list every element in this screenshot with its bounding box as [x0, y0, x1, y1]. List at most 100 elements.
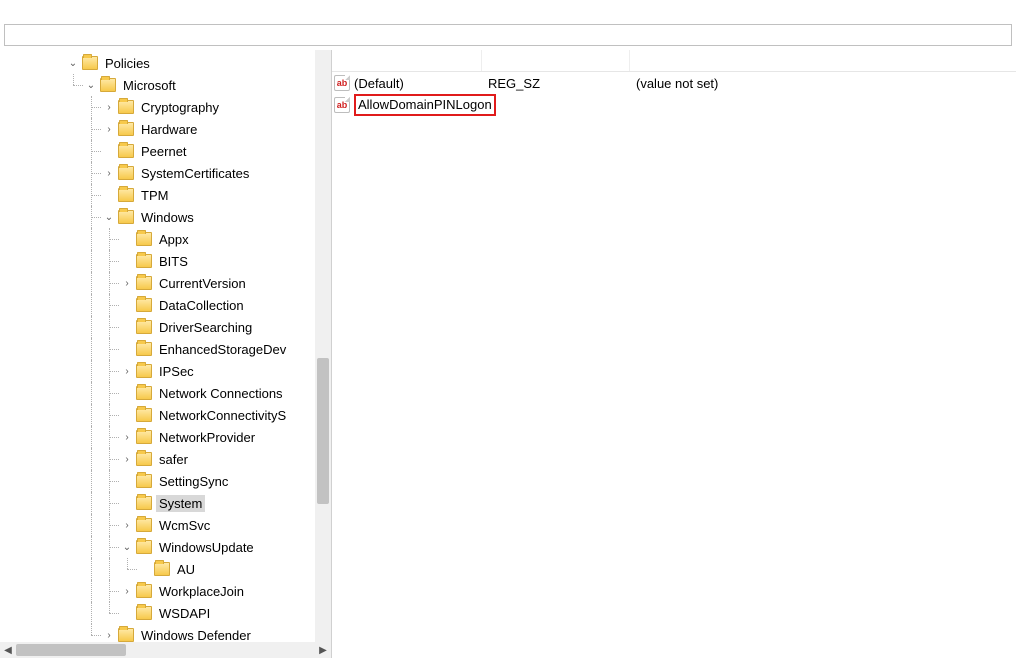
chevron-right-icon[interactable]: ›	[102, 630, 116, 641]
chevron-down-icon[interactable]: ⌄	[120, 542, 134, 553]
tree-node[interactable]: › WcmSvc	[0, 514, 331, 536]
menu-view[interactable]	[36, 9, 52, 13]
chevron-right-icon[interactable]: ›	[120, 366, 134, 377]
value-row[interactable]: AllowDomainPINLogon	[332, 94, 1016, 116]
tree-node-label[interactable]: System	[156, 495, 205, 512]
scroll-right-icon[interactable]: ▶	[315, 645, 331, 656]
tree-node-label[interactable]: Windows	[138, 209, 197, 226]
tree-node[interactable]: DataCollection	[0, 294, 331, 316]
tree-node[interactable]: System	[0, 492, 331, 514]
chevron-right-icon[interactable]: ›	[102, 168, 116, 179]
value-type: REG_SZ	[482, 76, 630, 91]
tree-vertical-scrollbar[interactable]	[315, 50, 331, 642]
registry-tree[interactable]: ⌄ Policies ⌄ Microsoft › Cryptography › Hardwar…	[0, 50, 331, 642]
folder-icon	[136, 342, 152, 356]
tree-node-label[interactable]: Microsoft	[120, 77, 179, 94]
tree-node[interactable]: › Hardware	[0, 118, 331, 140]
tree-node-label[interactable]: DataCollection	[156, 297, 247, 314]
tree-node-label[interactable]: CurrentVersion	[156, 275, 249, 292]
tree-node-label[interactable]: NetworkConnectivityS	[156, 407, 289, 424]
folder-icon	[136, 386, 152, 400]
tree-node-label[interactable]: Hardware	[138, 121, 200, 138]
chevron-right-icon[interactable]: ›	[120, 520, 134, 531]
tree-node[interactable]: NetworkConnectivityS	[0, 404, 331, 426]
tree-node-label[interactable]: SystemCertificates	[138, 165, 252, 182]
folder-icon	[82, 56, 98, 70]
tree-node[interactable]: SettingSync	[0, 470, 331, 492]
menu-favorites[interactable]	[52, 9, 68, 13]
scrollbar-thumb[interactable]	[317, 358, 329, 504]
tree-node[interactable]: › Windows Defender	[0, 624, 331, 642]
value-name: (Default)	[354, 76, 404, 91]
tree-node-label[interactable]: Cryptography	[138, 99, 222, 116]
address-bar[interactable]	[4, 24, 1012, 46]
tree-node[interactable]: › CurrentVersion	[0, 272, 331, 294]
value-row[interactable]: (Default)REG_SZ(value not set)	[332, 72, 1016, 94]
tree-node-label[interactable]: WorkplaceJoin	[156, 583, 247, 600]
tree-node[interactable]: › safer	[0, 448, 331, 470]
tree-node[interactable]: EnhancedStorageDev	[0, 338, 331, 360]
tree-node[interactable]: › IPSec	[0, 360, 331, 382]
tree-node-label[interactable]: Windows Defender	[138, 627, 254, 643]
tree-node-label[interactable]: IPSec	[156, 363, 197, 380]
chevron-right-icon[interactable]: ›	[102, 124, 116, 135]
tree-node[interactable]: Network Connections	[0, 382, 331, 404]
tree-node-label[interactable]: safer	[156, 451, 191, 468]
tree-node[interactable]: DriverSearching	[0, 316, 331, 338]
values-pane: (Default)REG_SZ(value not set)AllowDomai…	[332, 50, 1016, 658]
chevron-right-icon[interactable]: ›	[120, 432, 134, 443]
folder-icon	[118, 122, 134, 136]
tree-node[interactable]: › SystemCertificates	[0, 162, 331, 184]
tree-node-label[interactable]: WindowsUpdate	[156, 539, 257, 556]
tree-node-label[interactable]: WSDAPI	[156, 605, 213, 622]
tree-node[interactable]: › WorkplaceJoin	[0, 580, 331, 602]
tree-node-label[interactable]: NetworkProvider	[156, 429, 258, 446]
folder-icon	[136, 320, 152, 334]
reg-string-icon	[334, 97, 350, 113]
tree-node-label[interactable]: BITS	[156, 253, 191, 270]
column-headers[interactable]	[332, 50, 1016, 72]
chevron-down-icon[interactable]: ⌄	[102, 212, 116, 223]
tree-node[interactable]: ⌄ Policies	[0, 52, 331, 74]
tree-node[interactable]: Appx	[0, 228, 331, 250]
column-name[interactable]	[332, 50, 482, 71]
tree-node-label[interactable]: Peernet	[138, 143, 190, 160]
chevron-right-icon[interactable]: ›	[120, 586, 134, 597]
tree-node-label[interactable]: Appx	[156, 231, 192, 248]
tree-node[interactable]: AU	[0, 558, 331, 580]
tree-node[interactable]: › NetworkProvider	[0, 426, 331, 448]
tree-node-label[interactable]: AU	[174, 561, 198, 578]
tree-node[interactable]: WSDAPI	[0, 602, 331, 624]
column-data[interactable]	[630, 50, 1016, 71]
chevron-down-icon[interactable]: ⌄	[84, 80, 98, 91]
tree-node-label[interactable]: SettingSync	[156, 473, 231, 490]
menu-edit[interactable]	[20, 9, 36, 13]
scroll-left-icon[interactable]: ◀	[0, 645, 16, 656]
folder-icon	[154, 562, 170, 576]
tree-node[interactable]: BITS	[0, 250, 331, 272]
column-type[interactable]	[482, 50, 630, 71]
tree-node-label[interactable]: EnhancedStorageDev	[156, 341, 289, 358]
chevron-down-icon[interactable]: ⌄	[66, 58, 80, 69]
scrollbar-thumb[interactable]	[16, 644, 126, 656]
chevron-right-icon[interactable]: ›	[102, 102, 116, 113]
tree-node-label[interactable]: Policies	[102, 55, 153, 72]
folder-icon	[136, 518, 152, 532]
tree-node[interactable]: TPM	[0, 184, 331, 206]
tree-node[interactable]: ⌄ Windows	[0, 206, 331, 228]
menu-file[interactable]	[4, 9, 20, 13]
tree-node-label[interactable]: TPM	[138, 187, 171, 204]
tree-node-label[interactable]: DriverSearching	[156, 319, 255, 336]
tree-node[interactable]: Peernet	[0, 140, 331, 162]
tree-node[interactable]: ⌄ Microsoft	[0, 74, 331, 96]
chevron-right-icon[interactable]: ›	[120, 278, 134, 289]
menu-help[interactable]	[68, 9, 84, 13]
tree-node-label[interactable]: Network Connections	[156, 385, 286, 402]
tree-node[interactable]: ⌄ WindowsUpdate	[0, 536, 331, 558]
tree-node[interactable]: › Cryptography	[0, 96, 331, 118]
folder-icon	[136, 408, 152, 422]
folder-icon	[136, 364, 152, 378]
chevron-right-icon[interactable]: ›	[120, 454, 134, 465]
tree-horizontal-scrollbar[interactable]: ◀ ▶	[0, 642, 331, 658]
tree-node-label[interactable]: WcmSvc	[156, 517, 213, 534]
